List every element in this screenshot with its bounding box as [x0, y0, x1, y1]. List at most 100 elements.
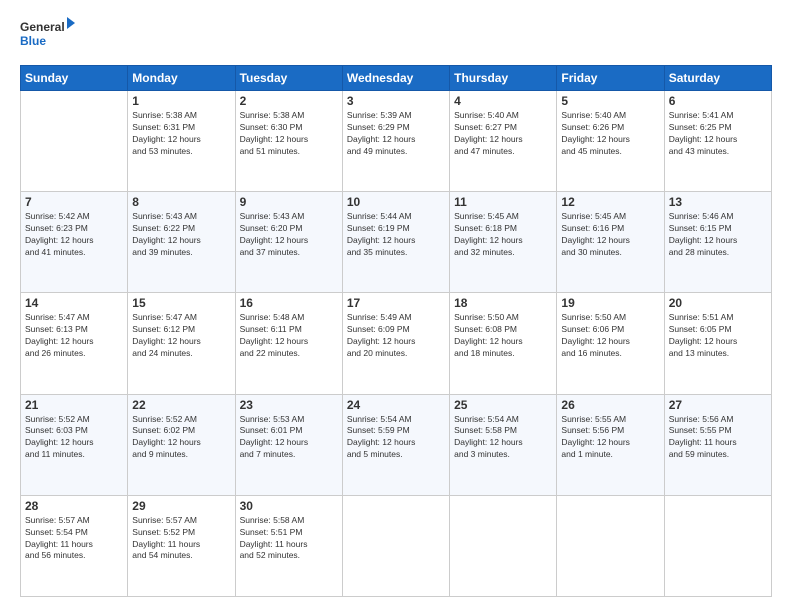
- day-number: 30: [240, 499, 338, 513]
- day-info: Sunrise: 5:49 AM Sunset: 6:09 PM Dayligh…: [347, 312, 445, 360]
- weekday-header-saturday: Saturday: [664, 66, 771, 91]
- day-cell: 3 Sunrise: 5:39 AM Sunset: 6:29 PM Daylig…: [342, 91, 449, 192]
- day-number: 2: [240, 94, 338, 108]
- day-info: Sunrise: 5:55 AM Sunset: 5:56 PM Dayligh…: [561, 414, 659, 462]
- calendar-table: SundayMondayTuesdayWednesdayThursdayFrid…: [20, 65, 772, 597]
- week-row-4: 21 Sunrise: 5:52 AM Sunset: 6:03 PM Dayli…: [21, 394, 772, 495]
- day-info: Sunrise: 5:41 AM Sunset: 6:25 PM Dayligh…: [669, 110, 767, 158]
- day-number: 16: [240, 296, 338, 310]
- day-number: 1: [132, 94, 230, 108]
- day-info: Sunrise: 5:38 AM Sunset: 6:30 PM Dayligh…: [240, 110, 338, 158]
- day-number: 24: [347, 398, 445, 412]
- day-number: 21: [25, 398, 123, 412]
- day-cell: [450, 495, 557, 596]
- day-cell: 21 Sunrise: 5:52 AM Sunset: 6:03 PM Dayli…: [21, 394, 128, 495]
- day-number: 25: [454, 398, 552, 412]
- day-number: 20: [669, 296, 767, 310]
- day-info: Sunrise: 5:50 AM Sunset: 6:08 PM Dayligh…: [454, 312, 552, 360]
- day-number: 10: [347, 195, 445, 209]
- day-cell: 27 Sunrise: 5:56 AM Sunset: 5:55 PM Dayli…: [664, 394, 771, 495]
- page: General Blue SundayMondayTuesdayWednesda…: [0, 0, 792, 612]
- day-info: Sunrise: 5:56 AM Sunset: 5:55 PM Dayligh…: [669, 414, 767, 462]
- day-cell: [557, 495, 664, 596]
- day-number: 27: [669, 398, 767, 412]
- day-cell: 1 Sunrise: 5:38 AM Sunset: 6:31 PM Daylig…: [128, 91, 235, 192]
- day-number: 3: [347, 94, 445, 108]
- weekday-header-monday: Monday: [128, 66, 235, 91]
- day-cell: 17 Sunrise: 5:49 AM Sunset: 6:09 PM Dayli…: [342, 293, 449, 394]
- day-cell: 30 Sunrise: 5:58 AM Sunset: 5:51 PM Dayli…: [235, 495, 342, 596]
- day-number: 11: [454, 195, 552, 209]
- logo-svg: General Blue: [20, 15, 75, 55]
- day-cell: 16 Sunrise: 5:48 AM Sunset: 6:11 PM Dayli…: [235, 293, 342, 394]
- day-cell: 26 Sunrise: 5:55 AM Sunset: 5:56 PM Dayli…: [557, 394, 664, 495]
- day-cell: 29 Sunrise: 5:57 AM Sunset: 5:52 PM Dayli…: [128, 495, 235, 596]
- day-cell: 23Sunrise: 5:53 AM Sunset: 6:01 PM Dayli…: [235, 394, 342, 495]
- day-cell: 14Sunrise: 5:47 AM Sunset: 6:13 PM Dayli…: [21, 293, 128, 394]
- weekday-header-thursday: Thursday: [450, 66, 557, 91]
- day-cell: 24 Sunrise: 5:54 AM Sunset: 5:59 PM Dayli…: [342, 394, 449, 495]
- day-info: Sunrise: 5:54 AM Sunset: 5:58 PM Dayligh…: [454, 414, 552, 462]
- day-info: Sunrise: 5:54 AM Sunset: 5:59 PM Dayligh…: [347, 414, 445, 462]
- day-info: Sunrise: 5:52 AM Sunset: 6:03 PM Dayligh…: [25, 414, 123, 462]
- day-number: 22: [132, 398, 230, 412]
- svg-text:General: General: [20, 20, 65, 34]
- day-number: 29: [132, 499, 230, 513]
- day-number: 13: [669, 195, 767, 209]
- day-cell: [21, 91, 128, 192]
- header: General Blue: [20, 15, 772, 55]
- weekday-header-friday: Friday: [557, 66, 664, 91]
- day-cell: 12 Sunrise: 5:45 AM Sunset: 6:16 PM Dayli…: [557, 192, 664, 293]
- day-number: 5: [561, 94, 659, 108]
- day-cell: 11Sunrise: 5:45 AM Sunset: 6:18 PM Dayli…: [450, 192, 557, 293]
- day-cell: 5 Sunrise: 5:40 AM Sunset: 6:26 PM Daylig…: [557, 91, 664, 192]
- day-info: Sunrise: 5:46 AM Sunset: 6:15 PM Dayligh…: [669, 211, 767, 259]
- day-cell: 13 Sunrise: 5:46 AM Sunset: 6:15 PM Dayli…: [664, 192, 771, 293]
- day-number: 19: [561, 296, 659, 310]
- day-cell: 2 Sunrise: 5:38 AM Sunset: 6:30 PM Daylig…: [235, 91, 342, 192]
- day-cell: 6 Sunrise: 5:41 AM Sunset: 6:25 PM Daylig…: [664, 91, 771, 192]
- day-info: Sunrise: 5:40 AM Sunset: 6:26 PM Dayligh…: [561, 110, 659, 158]
- week-row-2: 7 Sunrise: 5:42 AM Sunset: 6:23 PM Daylig…: [21, 192, 772, 293]
- svg-text:Blue: Blue: [20, 34, 46, 48]
- day-info: Sunrise: 5:45 AM Sunset: 6:16 PM Dayligh…: [561, 211, 659, 259]
- day-info: Sunrise: 5:53 AM Sunset: 6:01 PM Dayligh…: [240, 414, 338, 462]
- weekday-header-tuesday: Tuesday: [235, 66, 342, 91]
- day-cell: 15 Sunrise: 5:47 AM Sunset: 6:12 PM Dayli…: [128, 293, 235, 394]
- day-cell: 19 Sunrise: 5:50 AM Sunset: 6:06 PM Dayli…: [557, 293, 664, 394]
- weekday-header-sunday: Sunday: [21, 66, 128, 91]
- week-row-1: 1 Sunrise: 5:38 AM Sunset: 6:31 PM Daylig…: [21, 91, 772, 192]
- day-info: Sunrise: 5:43 AM Sunset: 6:20 PM Dayligh…: [240, 211, 338, 259]
- day-cell: 4Sunrise: 5:40 AM Sunset: 6:27 PM Daylig…: [450, 91, 557, 192]
- week-row-5: 28 Sunrise: 5:57 AM Sunset: 5:54 PM Dayli…: [21, 495, 772, 596]
- day-info: Sunrise: 5:38 AM Sunset: 6:31 PM Dayligh…: [132, 110, 230, 158]
- day-info: Sunrise: 5:47 AM Sunset: 6:12 PM Dayligh…: [132, 312, 230, 360]
- day-cell: 9 Sunrise: 5:43 AM Sunset: 6:20 PM Daylig…: [235, 192, 342, 293]
- day-number: 28: [25, 499, 123, 513]
- day-info: Sunrise: 5:48 AM Sunset: 6:11 PM Dayligh…: [240, 312, 338, 360]
- day-number: 26: [561, 398, 659, 412]
- day-number: 17: [347, 296, 445, 310]
- day-info: Sunrise: 5:44 AM Sunset: 6:19 PM Dayligh…: [347, 211, 445, 259]
- day-cell: 10 Sunrise: 5:44 AM Sunset: 6:19 PM Dayli…: [342, 192, 449, 293]
- day-cell: 25 Sunrise: 5:54 AM Sunset: 5:58 PM Dayli…: [450, 394, 557, 495]
- day-info: Sunrise: 5:57 AM Sunset: 5:54 PM Dayligh…: [25, 515, 123, 563]
- day-info: Sunrise: 5:39 AM Sunset: 6:29 PM Dayligh…: [347, 110, 445, 158]
- day-info: Sunrise: 5:58 AM Sunset: 5:51 PM Dayligh…: [240, 515, 338, 563]
- day-number: 7: [25, 195, 123, 209]
- day-cell: 8Sunrise: 5:43 AM Sunset: 6:22 PM Daylig…: [128, 192, 235, 293]
- day-number: 12: [561, 195, 659, 209]
- day-info: Sunrise: 5:51 AM Sunset: 6:05 PM Dayligh…: [669, 312, 767, 360]
- day-number: 15: [132, 296, 230, 310]
- day-info: Sunrise: 5:42 AM Sunset: 6:23 PM Dayligh…: [25, 211, 123, 259]
- day-cell: 28 Sunrise: 5:57 AM Sunset: 5:54 PM Dayli…: [21, 495, 128, 596]
- day-number: 9: [240, 195, 338, 209]
- logo: General Blue: [20, 15, 75, 55]
- day-info: Sunrise: 5:52 AM Sunset: 6:02 PM Dayligh…: [132, 414, 230, 462]
- day-cell: 7 Sunrise: 5:42 AM Sunset: 6:23 PM Daylig…: [21, 192, 128, 293]
- day-number: 6: [669, 94, 767, 108]
- day-info: Sunrise: 5:50 AM Sunset: 6:06 PM Dayligh…: [561, 312, 659, 360]
- day-number: 8: [132, 195, 230, 209]
- day-info: Sunrise: 5:57 AM Sunset: 5:52 PM Dayligh…: [132, 515, 230, 563]
- weekday-header-wednesday: Wednesday: [342, 66, 449, 91]
